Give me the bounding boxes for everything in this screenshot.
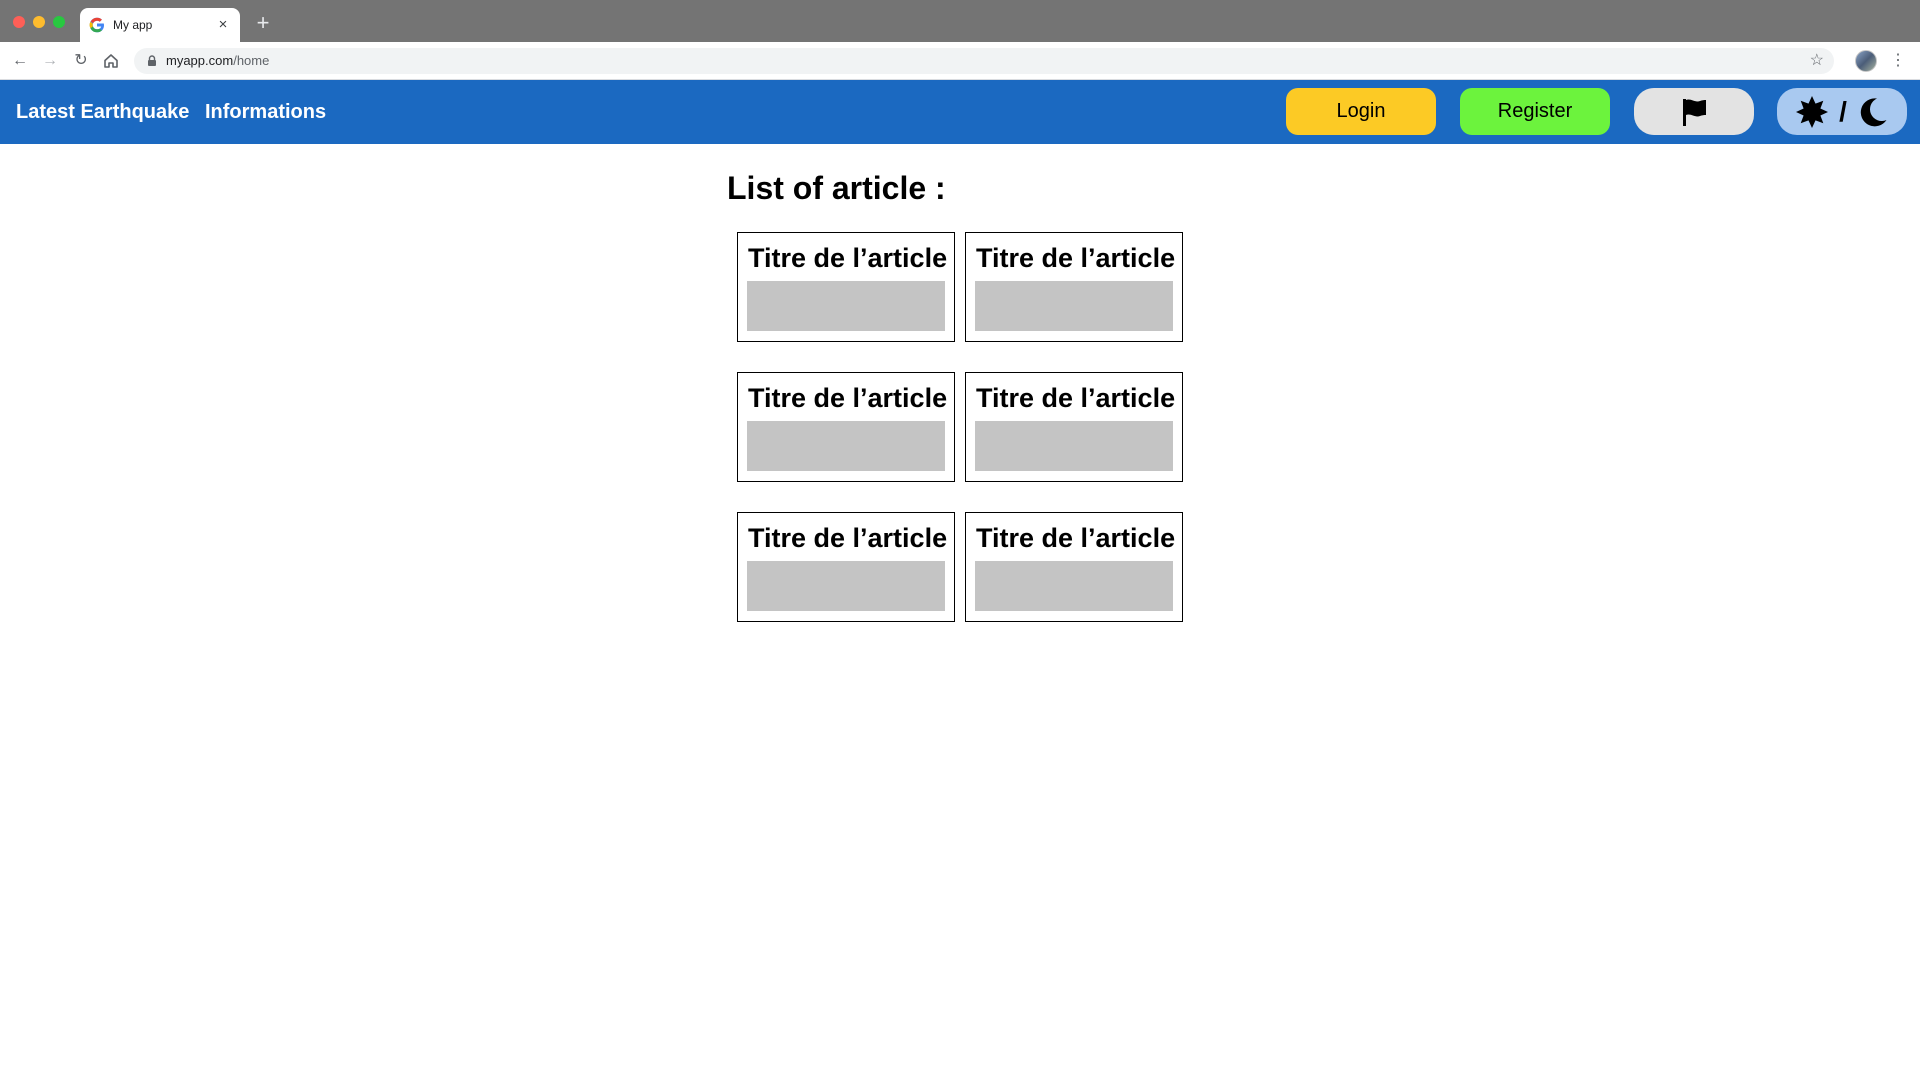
browser-tab[interactable]: My app × <box>80 8 240 42</box>
theme-separator: / <box>1839 96 1847 128</box>
article-grid: Titre de l’article Titre de l’article Ti… <box>737 232 1183 622</box>
forward-button[interactable]: → <box>39 50 61 72</box>
back-button[interactable]: ← <box>9 50 31 72</box>
article-card[interactable]: Titre de l’article <box>737 372 955 482</box>
google-favicon-icon <box>89 17 104 33</box>
address-bar[interactable]: myapp.com/home ☆ <box>134 48 1834 74</box>
register-button[interactable]: Register <box>1460 88 1610 135</box>
language-button[interactable] <box>1634 88 1754 135</box>
browser-titlebar: My app × + <box>0 0 1920 42</box>
flag-icon <box>1683 98 1706 126</box>
lock-icon <box>148 55 156 66</box>
profile-avatar[interactable] <box>1855 50 1877 72</box>
maximize-window-button[interactable] <box>53 16 65 28</box>
app-navbar: Latest Earthquake Informations Login Reg… <box>0 80 1920 144</box>
login-button[interactable]: Login <box>1286 88 1436 135</box>
sun-icon <box>1796 95 1829 128</box>
article-image-placeholder <box>747 421 945 471</box>
nav-link-latest-earthquake[interactable]: Latest Earthquake <box>16 100 189 124</box>
article-title: Titre de l’article <box>976 383 1176 413</box>
minimize-window-button[interactable] <box>33 16 45 28</box>
article-card[interactable]: Titre de l’article <box>737 232 955 342</box>
home-icon[interactable] <box>102 52 120 70</box>
reload-button[interactable]: ↻ <box>70 50 92 72</box>
article-image-placeholder <box>747 281 945 331</box>
article-card[interactable]: Titre de l’article <box>737 512 955 622</box>
browser-menu-icon[interactable]: ⋮ <box>1890 50 1906 72</box>
article-card[interactable]: Titre de l’article <box>965 512 1183 622</box>
article-image-placeholder <box>747 561 945 611</box>
url-host: myapp.com <box>166 53 234 68</box>
close-window-button[interactable] <box>13 16 25 28</box>
browser-toolbar: ← → ↻ myapp.com/home ☆ ⋮ <box>0 42 1920 80</box>
moon-icon <box>1860 98 1887 127</box>
article-image-placeholder <box>975 421 1173 471</box>
article-title: Titre de l’article <box>976 523 1176 553</box>
theme-toggle-button[interactable]: / <box>1777 88 1907 135</box>
nav-link-informations[interactable]: Informations <box>205 100 326 124</box>
article-image-placeholder <box>975 561 1173 611</box>
article-card[interactable]: Titre de l’article <box>965 232 1183 342</box>
page-title: List of article : <box>727 170 946 206</box>
tab-title: My app <box>113 18 153 32</box>
article-image-placeholder <box>975 281 1173 331</box>
tab-close-icon[interactable]: × <box>214 16 232 34</box>
article-title: Titre de l’article <box>748 383 948 413</box>
article-card[interactable]: Titre de l’article <box>965 372 1183 482</box>
article-title: Titre de l’article <box>748 523 948 553</box>
url-text: myapp.com/home <box>166 53 269 69</box>
article-title: Titre de l’article <box>748 243 948 273</box>
bookmark-star-icon[interactable]: ☆ <box>1810 50 1824 72</box>
new-tab-button[interactable]: + <box>252 12 274 34</box>
url-path: /home <box>233 53 270 68</box>
article-title: Titre de l’article <box>976 243 1176 273</box>
